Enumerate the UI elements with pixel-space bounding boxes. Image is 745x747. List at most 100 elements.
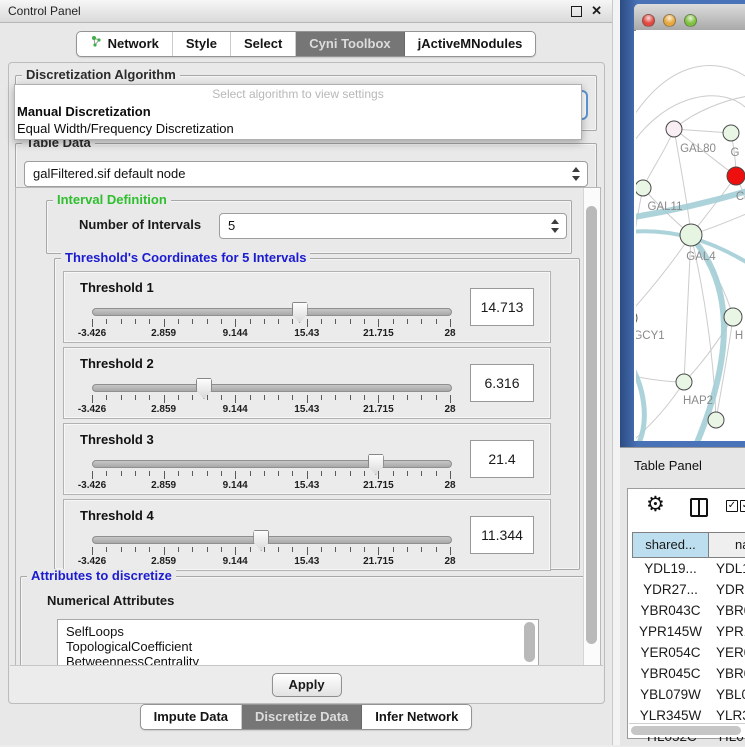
- minimize-button[interactable]: [663, 14, 676, 27]
- interval-definition-group: Interval Definition Number of Intervals …: [46, 200, 572, 254]
- table-cell-name[interactable]: YDL1: [709, 558, 745, 579]
- number-of-intervals-combobox[interactable]: 5: [219, 213, 567, 239]
- network-node[interactable]: [680, 224, 702, 246]
- table-row[interactable]: YBR045CYBR0: [632, 663, 745, 684]
- table-horizontal-scrollbar[interactable]: [629, 723, 745, 737]
- threshold-slider-handle[interactable]: [368, 454, 384, 475]
- minor-tick: [121, 319, 122, 324]
- tick-label: 21.715: [353, 556, 403, 567]
- threshold-value-field[interactable]: 6.316: [470, 364, 534, 402]
- tab-jactivemnodules[interactable]: jActiveMNodules: [405, 32, 536, 56]
- threshold-slider-track[interactable]: [92, 460, 452, 468]
- table-row[interactable]: YPR145WYPR1: [632, 621, 745, 642]
- close-button[interactable]: [642, 14, 655, 27]
- node-table: ⚙ ✓ ✓ shared... na YDL19...YDL1YDR27...Y…: [627, 488, 745, 739]
- threshold-slider-handle[interactable]: [253, 530, 269, 551]
- tick-label: 28: [425, 556, 475, 567]
- table-cell-name[interactable]: YBL0: [709, 684, 745, 705]
- table-cell-shared-name[interactable]: YPR145W: [632, 621, 709, 642]
- attribute-list-item[interactable]: TopologicalCoefficient: [58, 639, 538, 654]
- column-header-name[interactable]: na: [709, 532, 745, 558]
- attributes-list-scrollbar[interactable]: [524, 622, 535, 662]
- close-icon[interactable]: ✕: [591, 3, 602, 19]
- column-header-shared-name[interactable]: shared...: [632, 532, 709, 558]
- settings-scrollbar-track[interactable]: [583, 188, 600, 666]
- float-window-icon[interactable]: [571, 6, 582, 17]
- major-tick: [235, 319, 236, 327]
- table-row[interactable]: YER054CYER0: [632, 642, 745, 663]
- network-node[interactable]: [666, 121, 682, 137]
- major-tick: [92, 319, 93, 327]
- settings-scrollpane: Interval Definition Number of Intervals …: [15, 187, 601, 667]
- network-node[interactable]: [727, 167, 745, 185]
- network-node[interactable]: [724, 308, 742, 326]
- table-cell-name[interactable]: YPR1: [709, 621, 745, 642]
- threshold-value-field[interactable]: 11.344: [470, 516, 534, 554]
- table-cell-shared-name[interactable]: YBR043C: [632, 600, 709, 621]
- network-node[interactable]: [676, 374, 692, 390]
- table-cell-name[interactable]: YBR0: [709, 663, 745, 684]
- tab-label: Select: [244, 32, 282, 56]
- network-node[interactable]: [636, 310, 637, 326]
- threshold-slider-handle[interactable]: [292, 302, 308, 323]
- table-cell-shared-name[interactable]: YDL19...: [632, 558, 709, 579]
- table-row[interactable]: YBR043CYBR0: [632, 600, 745, 621]
- minor-tick: [436, 395, 437, 400]
- minor-tick: [335, 395, 336, 400]
- minor-tick: [421, 319, 422, 324]
- minor-tick: [335, 471, 336, 476]
- threshold-slider-track[interactable]: [92, 308, 452, 316]
- network-canvas[interactable]: GAL80GCGAL11GAL4GCY1HHAP2: [636, 30, 745, 441]
- apply-toolbar: Apply: [10, 665, 603, 703]
- table-cell-shared-name[interactable]: YER054C: [632, 642, 709, 663]
- table-data-combobox[interactable]: galFiltered.sif default node: [24, 161, 588, 187]
- minor-tick: [250, 547, 251, 552]
- threshold-slider-handle[interactable]: [196, 378, 212, 399]
- table-row[interactable]: YDL19...YDL1: [632, 558, 745, 579]
- threshold-value-field[interactable]: 21.4: [470, 440, 534, 478]
- apply-button[interactable]: Apply: [271, 673, 341, 697]
- window-title: Control Panel: [8, 0, 81, 22]
- checkbox-checked-icon[interactable]: ✓: [740, 500, 745, 512]
- network-view-frame: GAL80GCGAL11GAL4GCY1HHAP2: [620, 0, 745, 447]
- zoom-button[interactable]: [684, 14, 697, 27]
- tab-style[interactable]: Style: [173, 32, 231, 56]
- threshold-slider-track[interactable]: [92, 536, 452, 544]
- algorithm-option-manual[interactable]: Manual Discretization: [17, 104, 151, 119]
- threshold-value-field[interactable]: 14.713: [470, 288, 534, 326]
- bottom-tab-impute-data[interactable]: Impute Data: [141, 705, 242, 729]
- tab-select[interactable]: Select: [231, 32, 296, 56]
- table-cell-name[interactable]: YBR0: [709, 600, 745, 621]
- table-row[interactable]: YDR27...YDR2: [632, 579, 745, 600]
- tab-label: Style: [186, 32, 217, 56]
- major-tick: [92, 395, 93, 403]
- tab-network[interactable]: Network: [77, 32, 173, 56]
- table-cell-shared-name[interactable]: YBR045C: [632, 663, 709, 684]
- table-cell-shared-name[interactable]: YDR27...: [632, 579, 709, 600]
- table-horizontal-scrollbar-thumb[interactable]: [631, 726, 741, 735]
- attribute-list-item[interactable]: SelfLoops: [58, 624, 538, 639]
- bottom-tab-discretize-data[interactable]: Discretize Data: [242, 705, 362, 729]
- split-columns-icon[interactable]: [690, 498, 708, 517]
- network-window-titlebar[interactable]: [634, 4, 745, 31]
- threshold-slider-track[interactable]: [92, 384, 452, 392]
- network-node[interactable]: [723, 125, 739, 141]
- settings-scrollbar-thumb[interactable]: [586, 206, 597, 644]
- algorithm-option-equal-width[interactable]: Equal Width/Frequency Discretization: [17, 121, 234, 136]
- minor-tick: [393, 547, 394, 552]
- gear-icon[interactable]: ⚙: [646, 492, 665, 516]
- network-node[interactable]: [636, 180, 651, 196]
- tab-cyni-toolbox[interactable]: Cyni Toolbox: [296, 32, 404, 56]
- table-cell-name[interactable]: YDR2: [709, 579, 745, 600]
- network-node[interactable]: [708, 412, 724, 428]
- table-cell-shared-name[interactable]: YBL079W: [632, 684, 709, 705]
- bottom-tab-infer-network[interactable]: Infer Network: [362, 705, 471, 729]
- tab-label: Network: [108, 32, 159, 56]
- table-cell-name[interactable]: YER0: [709, 642, 745, 663]
- bottom-tab-bar: Impute DataDiscretize DataInfer Network: [140, 704, 473, 730]
- minor-tick: [292, 395, 293, 400]
- minor-tick: [221, 471, 222, 476]
- checkbox-checked-icon[interactable]: ✓: [726, 500, 738, 512]
- minor-tick: [135, 547, 136, 552]
- table-row[interactable]: YBL079WYBL0: [632, 684, 745, 705]
